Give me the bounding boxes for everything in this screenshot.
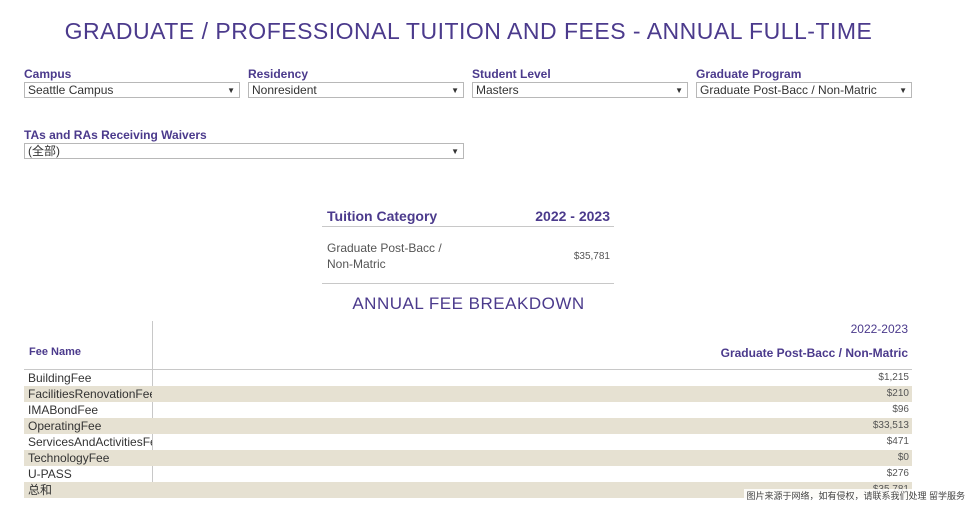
table-row: FacilitiesRenovationFee $210 bbox=[24, 386, 912, 402]
table-row: BuildingFee $1,215 bbox=[24, 370, 912, 386]
fee-name: FacilitiesRenovationFee bbox=[28, 387, 152, 401]
tuition-table-row: Graduate Post-Bacc / Non-Matric $35,781 bbox=[322, 227, 614, 284]
campus-select-value: Seattle Campus bbox=[28, 83, 114, 97]
campus-filter: Campus Seattle Campus ▼ bbox=[24, 67, 240, 98]
waivers-select-value: (全部) bbox=[28, 144, 60, 158]
tuition-category-name: Graduate Post-Bacc / Non-Matric bbox=[327, 241, 442, 271]
fee-value: $1,215 bbox=[878, 372, 909, 383]
table-row: ServicesAndActivitiesFee $471 bbox=[24, 434, 912, 450]
fee-name: BuildingFee bbox=[28, 371, 92, 385]
fee-value: $0 bbox=[897, 452, 909, 463]
table-row: TechnologyFee $0 bbox=[24, 450, 912, 466]
residency-select[interactable]: Nonresident ▼ bbox=[248, 82, 464, 98]
fee-name: IMABondFee bbox=[28, 403, 99, 417]
fee-name: ServicesAndActivitiesFee bbox=[28, 435, 152, 449]
page-title: GRADUATE / PROFESSIONAL TUITION AND FEES… bbox=[64, 18, 873, 44]
graduate-program-filter-label: Graduate Program bbox=[696, 67, 802, 81]
chevron-down-icon: ▼ bbox=[899, 86, 907, 95]
graduate-program-select-value: Graduate Post-Bacc / Non-Matric bbox=[700, 83, 877, 97]
fee-breakdown-title: ANNUAL FEE BREAKDOWN bbox=[352, 294, 585, 313]
tuition-amount: $35,781 bbox=[573, 250, 610, 262]
fee-value: $276 bbox=[886, 468, 909, 479]
residency-filter-label: Residency bbox=[248, 67, 309, 81]
waivers-filter-label: TAs and RAs Receiving Waivers bbox=[24, 128, 207, 142]
table-row: OperatingFee $33,513 bbox=[24, 418, 912, 434]
campus-filter-label: Campus bbox=[24, 67, 72, 81]
fee-value: $210 bbox=[886, 388, 909, 399]
tuition-table-header: Tuition Category 2022 - 2023 bbox=[322, 204, 614, 227]
table-row: IMABondFee $96 bbox=[24, 402, 912, 418]
tuition-category-header: Tuition Category bbox=[327, 208, 438, 224]
fee-name: OperatingFee bbox=[28, 419, 102, 433]
campus-select[interactable]: Seattle Campus ▼ bbox=[24, 82, 240, 98]
table-row: U-PASS $276 bbox=[24, 466, 912, 482]
fee-value: $471 bbox=[886, 436, 909, 447]
graduate-program-select[interactable]: Graduate Post-Bacc / Non-Matric ▼ bbox=[696, 82, 912, 98]
waivers-select[interactable]: (全部) ▼ bbox=[24, 143, 464, 159]
fee-value: $33,513 bbox=[872, 420, 909, 431]
fee-name: U-PASS bbox=[28, 467, 72, 481]
fee-program-header: Graduate Post-Bacc / Non-Matric bbox=[720, 346, 908, 360]
chevron-down-icon: ▼ bbox=[227, 86, 235, 95]
fee-value: $96 bbox=[892, 404, 909, 415]
watermark: 图片来源于网络，如有侵权，请联系我们处理 留学服务 bbox=[744, 489, 967, 502]
residency-filter: Residency Nonresident ▼ bbox=[248, 67, 464, 98]
chevron-down-icon: ▼ bbox=[451, 147, 459, 156]
chevron-down-icon: ▼ bbox=[675, 86, 683, 95]
tuition-table: Tuition Category 2022 - 2023 Graduate Po… bbox=[322, 204, 614, 284]
residency-select-value: Nonresident bbox=[252, 83, 317, 97]
fee-table: BuildingFee $1,215 FacilitiesRenovationF… bbox=[24, 369, 912, 498]
waivers-filter: TAs and RAs Receiving Waivers (全部) ▼ bbox=[24, 128, 464, 159]
fee-name-header: Fee Name bbox=[29, 346, 81, 358]
student-level-select[interactable]: Masters ▼ bbox=[472, 82, 688, 98]
fee-year-header: 2022-2023 bbox=[850, 322, 908, 336]
student-level-filter: Student Level Masters ▼ bbox=[472, 67, 688, 98]
fee-name: TechnologyFee bbox=[28, 451, 110, 465]
student-level-filter-label: Student Level bbox=[472, 67, 551, 81]
chevron-down-icon: ▼ bbox=[451, 86, 459, 95]
student-level-select-value: Masters bbox=[476, 83, 519, 97]
fee-name: 总和 bbox=[28, 483, 53, 497]
tuition-year-header: 2022 - 2023 bbox=[535, 208, 610, 224]
graduate-program-filter: Graduate Program Graduate Post-Bacc / No… bbox=[696, 67, 912, 98]
